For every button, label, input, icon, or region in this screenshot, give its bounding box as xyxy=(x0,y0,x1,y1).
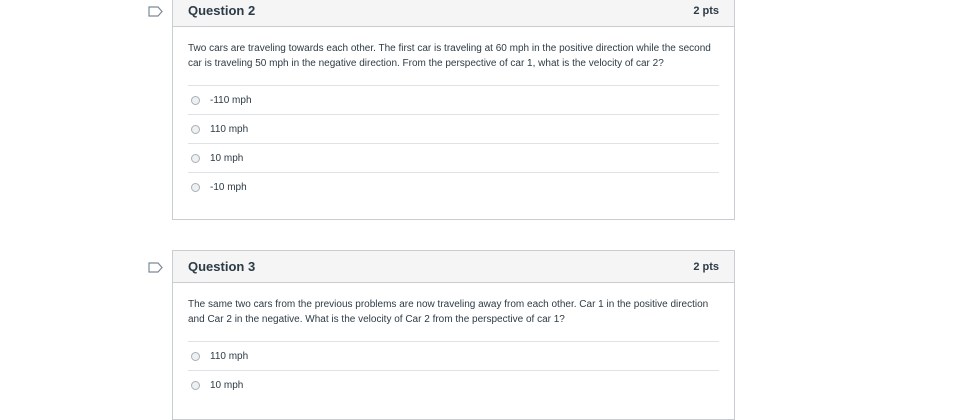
answer-option[interactable]: 10 mph xyxy=(188,370,719,399)
radio-button[interactable] xyxy=(191,351,200,361)
answer-label[interactable]: -10 mph xyxy=(210,182,247,193)
question-title: Question 2 xyxy=(188,3,256,18)
answer-label[interactable]: 10 mph xyxy=(210,380,243,391)
question-title: Question 3 xyxy=(188,259,256,274)
answer-label[interactable]: 110 mph xyxy=(210,351,248,362)
answer-label[interactable]: -110 mph xyxy=(210,95,252,106)
question-body: The same two cars from the previous prob… xyxy=(173,283,734,399)
radio-button[interactable] xyxy=(191,153,200,163)
radio-button[interactable] xyxy=(191,95,200,105)
answer-label[interactable]: 110 mph xyxy=(210,124,248,135)
answer-label[interactable]: 10 mph xyxy=(210,153,243,164)
question-2: Question 2 2 pts Two cars are traveling … xyxy=(172,0,735,220)
question-body: Two cars are traveling towards each othe… xyxy=(173,27,734,201)
radio-button[interactable] xyxy=(191,380,200,390)
question-header: Question 2 2 pts xyxy=(173,0,734,27)
question-3: Question 3 2 pts The same two cars from … xyxy=(172,250,735,420)
answer-option[interactable]: -10 mph xyxy=(188,172,719,201)
radio-button[interactable] xyxy=(191,124,200,134)
question-text: The same two cars from the previous prob… xyxy=(188,299,709,325)
answer-option[interactable]: 110 mph xyxy=(188,341,719,370)
answer-option[interactable]: 10 mph xyxy=(188,143,719,172)
answer-option[interactable]: 110 mph xyxy=(188,114,719,143)
question-points: 2 pts xyxy=(693,4,719,17)
answer-option[interactable]: -110 mph xyxy=(188,85,719,114)
flag-question-icon[interactable] xyxy=(148,262,163,273)
question-points: 2 pts xyxy=(693,260,719,273)
question-text: Two cars are traveling towards each othe… xyxy=(188,43,711,69)
radio-button[interactable] xyxy=(191,182,200,192)
answer-list: 110 mph 10 mph xyxy=(188,341,719,399)
answer-list: -110 mph 110 mph 10 mph -10 mph xyxy=(188,85,719,201)
flag-question-icon[interactable] xyxy=(148,6,163,17)
question-header: Question 3 2 pts xyxy=(173,251,734,283)
